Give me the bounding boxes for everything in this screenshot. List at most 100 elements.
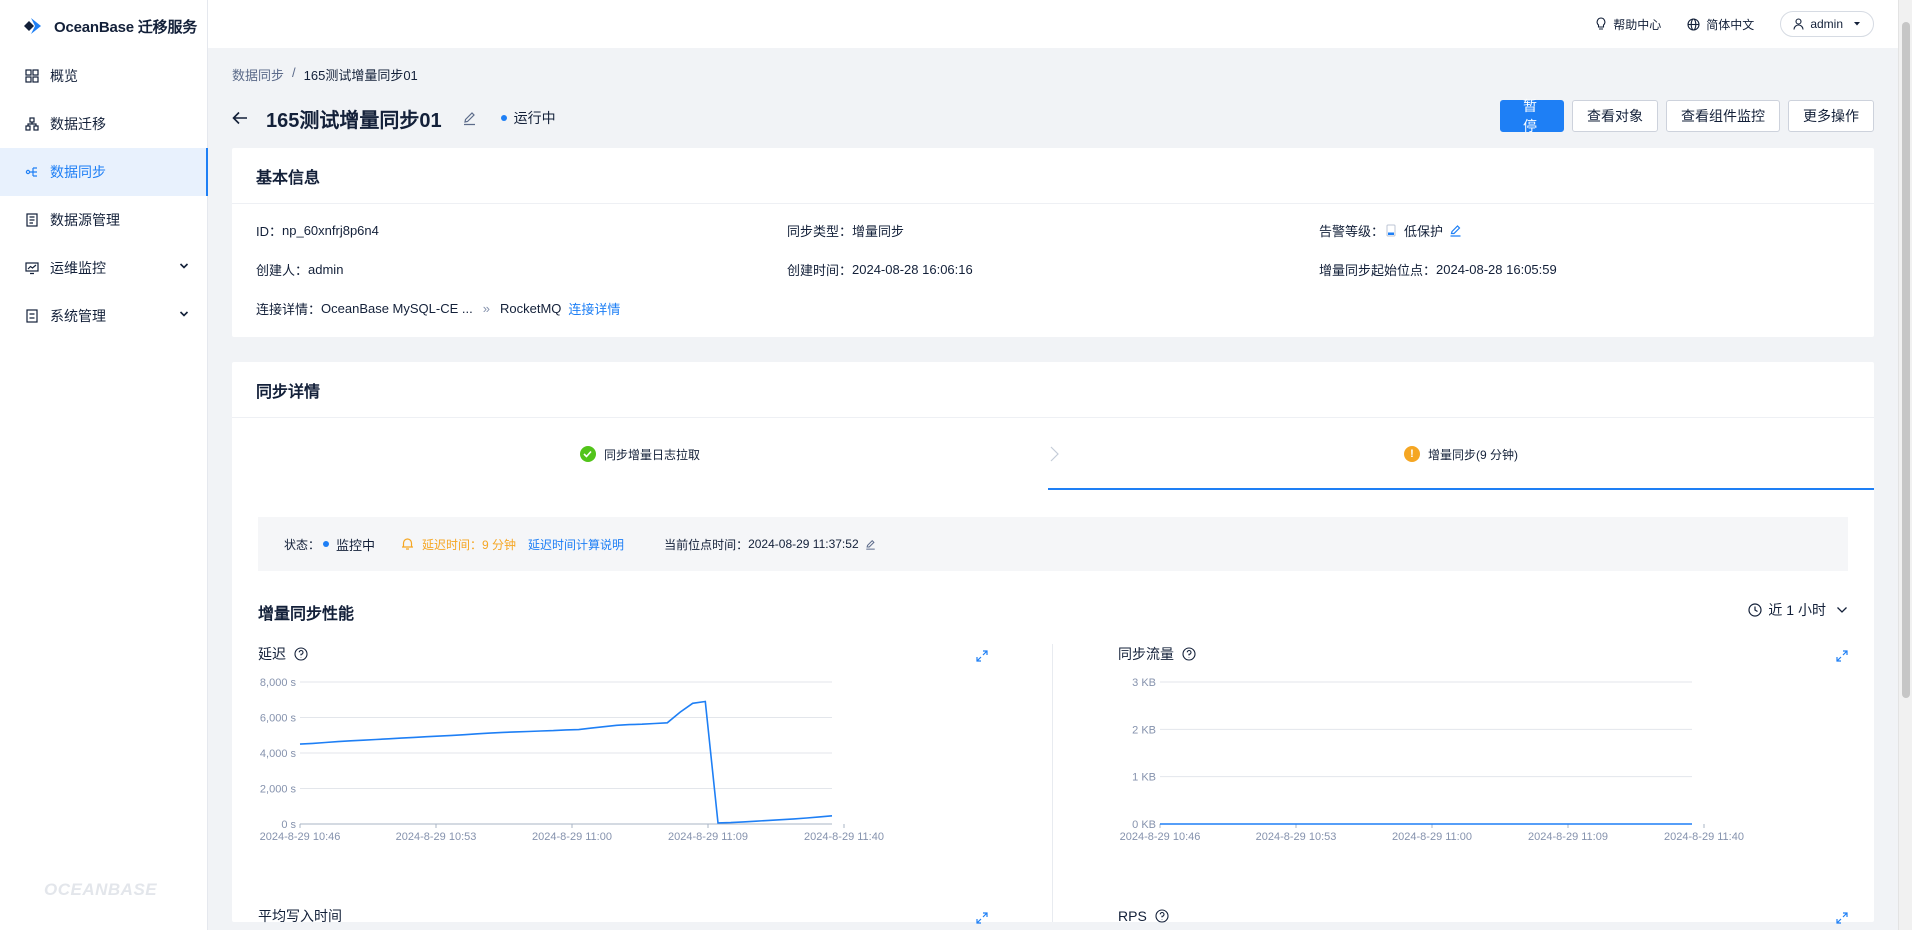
sync-type-label: 同步类型： (787, 224, 853, 239)
chart-divider (1052, 644, 1053, 922)
main-content: 数据同步 / 165测试增量同步01 165测试增量同步01 运行中 暂停 查看… (232, 48, 1874, 924)
expand-icon[interactable] (976, 650, 988, 662)
expand-icon[interactable] (1836, 650, 1848, 662)
x-tick-label: 2024-8-29 10:46 (1120, 831, 1201, 843)
step-label: 增量同步(9 分钟) (1427, 447, 1518, 462)
sidebar-item-overview[interactable]: 概览 (0, 52, 207, 100)
footer-brand: OCEANBASE (44, 880, 158, 899)
sync-details-card: 同步详情 同步增量日志拉取 ! 增量同步(9 分钟) 状态： 监控中 延迟时间：… (232, 362, 1874, 924)
step-log-pull[interactable]: 同步增量日志拉取 (232, 418, 1048, 490)
pause-button[interactable]: 暂停 (1500, 98, 1564, 134)
latency-chart-title: 延迟 (258, 644, 988, 664)
sidebar-item-ops-monitor[interactable]: 运维监控 (0, 244, 207, 292)
page-scrollbar[interactable] (1898, 0, 1912, 930)
title-row: 165测试增量同步01 运行中 暂停 查看对象 查看组件监控 更多操作 (232, 98, 1874, 138)
sidebar-item-data-migration[interactable]: 数据迁移 (0, 100, 207, 148)
y-tick-label: 1 KB (1132, 772, 1156, 784)
sync-icon (24, 164, 40, 180)
language-switch[interactable]: 简体中文 (1687, 16, 1754, 33)
sidebar-item-label: 运维监控 (50, 260, 106, 276)
info-start-point: 增量同步起始位点： 2024-08-28 16:05:59 (1319, 260, 1557, 279)
sidebar: OceanBase 迁移服务 概览 数据迁移 数据同步 数据源管理 运维监控 系… (0, 0, 208, 930)
step-incremental-sync[interactable]: ! 增量同步(9 分钟) (1048, 418, 1874, 490)
more-actions-button[interactable]: 更多操作 (1788, 100, 1874, 132)
edit-title-icon[interactable] (462, 111, 477, 126)
connection-details-link[interactable]: 连接详情 (568, 299, 620, 318)
creator-value: admin (308, 262, 344, 277)
dashboard-icon (24, 68, 40, 84)
help-icon[interactable] (1155, 909, 1169, 923)
system-icon (24, 308, 40, 324)
rps-chart-title: RPS (1118, 906, 1848, 926)
traffic-chart-plot: 0 KB 1 KB 2 KB 3 KB 2024-8-29 10:46 2024-8-29… (1120, 677, 1744, 843)
y-tick-label: 2,000 s (260, 784, 297, 796)
connection-source: OceanBase MySQL-CE ... (321, 301, 473, 316)
oceanbase-logo-icon (24, 18, 41, 34)
username: admin (1810, 17, 1843, 31)
scrollbar-thumb[interactable] (1902, 22, 1910, 698)
datasource-icon (24, 212, 40, 228)
avg-write-time-chart: 平均写入时间 (258, 906, 988, 926)
start-point-label: 增量同步起始位点： (1319, 263, 1437, 278)
x-tick-label: 2024-8-29 11:00 (1392, 831, 1472, 843)
sync-traffic-chart: 同步流量 0 KB 1 KB 2 KB 3 KB 2024-8-29 10:46 2024… (1118, 644, 1848, 843)
status-text: 运行中 (513, 110, 556, 126)
app-logo[interactable]: OceanBase 迁移服务 (0, 0, 207, 52)
help-center-label: 帮助中心 (1613, 17, 1662, 32)
x-tick-label: 2024-8-29 10:53 (1256, 831, 1337, 843)
sidebar-item-datasource[interactable]: 数据源管理 (0, 196, 207, 244)
expand-icon[interactable] (976, 912, 988, 924)
help-icon[interactable] (294, 647, 308, 661)
user-menu[interactable]: admin (1780, 11, 1874, 37)
status-badge: 运行中 (500, 108, 556, 128)
warning-circle-icon: ! (1403, 446, 1420, 462)
y-tick-label: 0 s (281, 819, 296, 831)
info-row-3: 连接详情： OceanBase MySQL-CE ... » RocketMQ … (256, 299, 1850, 319)
chevron-down-icon (179, 263, 189, 269)
id-value: np_60xnfrj8p6n4 (282, 223, 379, 238)
help-icon[interactable] (1182, 647, 1196, 661)
state-value: 监控中 (336, 537, 376, 553)
sidebar-item-label: 概览 (50, 68, 78, 84)
avg-write-title-text: 平均写入时间 (258, 908, 342, 924)
view-objects-button[interactable]: 查看对象 (1572, 100, 1658, 132)
connection-target: RocketMQ (499, 301, 562, 316)
info-connection: 连接详情： OceanBase MySQL-CE ... » RocketMQ … (256, 299, 620, 318)
bell-icon (402, 538, 414, 550)
rps-chart: RPS (1118, 906, 1848, 926)
rps-title-text: RPS (1118, 908, 1147, 924)
traffic-chart-title: 同步流量 (1118, 644, 1848, 664)
y-tick-label: 8,000 s (260, 677, 297, 689)
migration-icon (24, 116, 40, 132)
status-dot (500, 115, 507, 121)
view-component-monitor-button[interactable]: 查看组件监控 (1666, 100, 1780, 132)
series-line (299, 700, 833, 824)
edit-position-icon[interactable] (865, 539, 876, 550)
delay-explanation-link[interactable]: 延迟时间计算说明 (528, 536, 624, 553)
sidebar-item-system[interactable]: 系统管理 (0, 292, 207, 340)
x-tick-label: 2024-8-29 11:40 (804, 831, 884, 843)
edit-alert-icon[interactable] (1449, 224, 1462, 237)
y-tick-label: 4,000 s (260, 748, 297, 760)
chevron-down-icon (179, 311, 189, 317)
breadcrumb-parent[interactable]: 数据同步 (232, 65, 284, 84)
page-title: 165测试增量同步01 (266, 109, 442, 132)
info-row-2: 创建人： admin 创建时间： 2024-08-28 16:06:16 增量同… (256, 260, 1850, 280)
latency-title-text: 延迟 (258, 646, 286, 662)
breadcrumb-separator: / (292, 65, 296, 80)
expand-icon[interactable] (1836, 912, 1848, 924)
back-arrow-icon[interactable] (232, 111, 248, 125)
sidebar-item-data-sync[interactable]: 数据同步 (0, 148, 208, 196)
delay-text: 延迟时间：9 分钟 (422, 537, 517, 552)
help-center-link[interactable]: 帮助中心 (1595, 16, 1661, 33)
sidebar-item-label: 系统管理 (50, 308, 106, 324)
time-range-selector[interactable]: 近 1 小时 (1748, 600, 1848, 620)
connection-label: 连接详情： (256, 302, 322, 317)
lightbulb-icon (1596, 17, 1606, 30)
caret-down-icon (1854, 22, 1860, 26)
performance-title: 增量同步性能 (258, 606, 355, 623)
info-sync-type: 同步类型： 增量同步 (787, 221, 904, 240)
sync-status-bar: 状态： 监控中 延迟时间：9 分钟 延迟时间计算说明 当前位点时间： 2024-… (258, 517, 1848, 571)
creator-label: 创建人： (256, 263, 309, 278)
basic-info-card: 基本信息 ID： np_60xnfrj8p6n4 同步类型： 增量同步 告警等级… (232, 148, 1874, 337)
